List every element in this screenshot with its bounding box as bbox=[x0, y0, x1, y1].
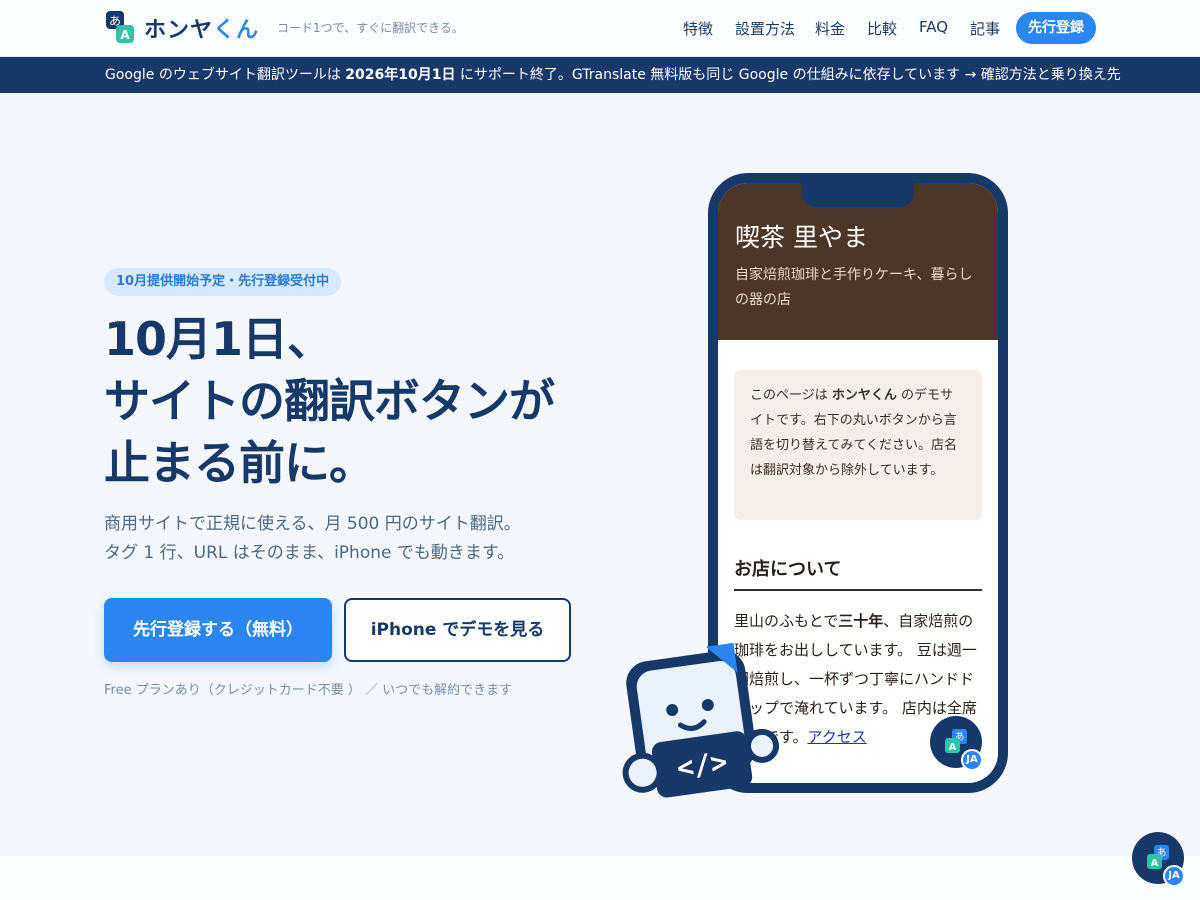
access-link[interactable]: アクセス bbox=[808, 728, 867, 746]
banner-text-1: Google のウェブサイト翻訳ツールは bbox=[105, 67, 346, 83]
brand-name-main: ホンヤ bbox=[144, 18, 214, 43]
body-bold: 三十年 bbox=[838, 612, 884, 630]
launch-badge: 10月提供開始予定・先行登録受付中 bbox=[104, 268, 342, 296]
logo-icon[interactable]: あ A bbox=[106, 11, 134, 44]
cafe-subtitle: 自家焙煎珈琲と手作りケーキ、暮らしの器の店 bbox=[735, 267, 973, 308]
page-lang-badge: JA bbox=[1163, 865, 1185, 887]
about-divider bbox=[734, 589, 982, 591]
hero-fineprint: Free プランあり（クレジットカード不要 ） ／ いつでも解約できます bbox=[104, 683, 513, 698]
nav-compare[interactable]: 比較 bbox=[867, 18, 897, 39]
headline-line-2: サイトの翻訳ボタンが bbox=[104, 374, 555, 428]
eol-announcement-banner[interactable]: Google のウェブサイト翻訳ツールは 2026年10月1日 にサポート終了。… bbox=[0, 57, 1200, 93]
iphone-demo-button[interactable]: iPhone でデモを見る bbox=[344, 598, 571, 662]
signup-free-button[interactable]: 先行登録する（無料） bbox=[104, 598, 332, 662]
floating-translate-button[interactable]: あ A JA bbox=[1132, 832, 1185, 887]
nav-setup[interactable]: 設置方法 bbox=[735, 18, 795, 39]
brand-tagline: コード1つで、すぐに翻訳できる。 bbox=[277, 21, 464, 35]
nav-articles[interactable]: 記事 bbox=[970, 18, 1000, 39]
svg-text:A: A bbox=[120, 28, 130, 42]
notice-text-1: このページは bbox=[750, 388, 832, 403]
nav-faq[interactable]: FAQ bbox=[919, 18, 948, 36]
brand-logo-text[interactable]: ホンヤくん bbox=[144, 12, 259, 44]
about-heading: お店について bbox=[734, 559, 842, 580]
svg-text:A: A bbox=[1151, 858, 1159, 869]
subcopy-line-1: 商用サイトで正規に使える、月 500 円のサイト翻訳。 bbox=[104, 514, 521, 534]
nav-features[interactable]: 特徴 bbox=[683, 18, 713, 39]
mascot-illustration: </> bbox=[622, 642, 780, 798]
phone-lang-badge: JA bbox=[961, 749, 983, 771]
banner-text-2: にサポート終了。GTranslate 無料版も同じ Google の仕組みに依存… bbox=[455, 67, 1121, 83]
svg-text:</>: </> bbox=[675, 745, 730, 785]
next-section bbox=[0, 857, 1200, 900]
site-header: あ A ホンヤくん コード1つで、すぐに翻訳できる。 特徴 設置方法 料金 比較… bbox=[0, 0, 1200, 57]
cafe-name: 喫茶 里やま bbox=[735, 223, 868, 252]
headline-line-1: 10月1日、 bbox=[104, 312, 333, 366]
hero-subcopy: 商用サイトで正規に使える、月 500 円のサイト翻訳。 タグ 1 行、URL は… bbox=[104, 510, 521, 568]
phone-translate-button[interactable]: あ A JA bbox=[930, 716, 983, 771]
body-text-1: 里山のふもとで bbox=[734, 612, 839, 630]
nav-pricing[interactable]: 料金 bbox=[815, 18, 845, 39]
brand-name-kun: くん bbox=[213, 18, 260, 43]
phone-notch bbox=[802, 183, 914, 207]
subcopy-line-2: タグ 1 行、URL はそのまま、iPhone でも動きます。 bbox=[104, 543, 515, 563]
banner-date: 2026年10月1日 bbox=[345, 67, 456, 83]
nav-signup-button[interactable]: 先行登録 bbox=[1016, 12, 1096, 44]
hero-headline: 10月1日、 サイトの翻訳ボタンが 止まる前に。 bbox=[104, 308, 555, 494]
notice-brand: ホンヤくん bbox=[831, 388, 897, 403]
demo-notice: このページは ホンヤくん のデモサイトです。右下の丸いボタンから言語を切り替えて… bbox=[734, 370, 982, 520]
headline-line-3: 止まる前に。 bbox=[104, 436, 375, 490]
svg-text:A: A bbox=[949, 742, 957, 753]
